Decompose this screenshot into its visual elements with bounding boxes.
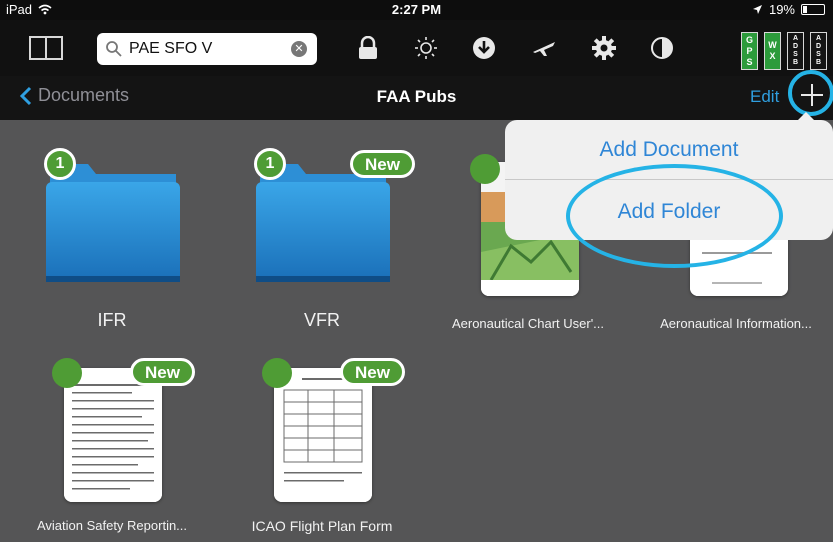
battery-icon (801, 4, 825, 15)
navigation-bar: Documents FAA Pubs Edit (0, 76, 833, 120)
item-label: Aeronautical Chart User'... (451, 316, 605, 331)
new-badge: New (130, 358, 195, 386)
page-title: FAA Pubs (376, 87, 457, 106)
gear-icon (592, 36, 616, 60)
brightness-button[interactable] (408, 30, 444, 66)
contrast-icon (651, 37, 673, 59)
download-button[interactable] (466, 30, 502, 66)
edit-button[interactable]: Edit (750, 87, 779, 107)
location-arrow-icon (752, 5, 762, 14)
form-thumbnail-image (274, 368, 372, 502)
flight-button[interactable] (526, 30, 562, 66)
brightness-icon (415, 37, 437, 59)
add-button-highlight (788, 70, 833, 116)
form-thumbnail-image (64, 368, 162, 502)
adsb-status-badge-2[interactable]: A D S B (810, 32, 827, 70)
airplane-icon (533, 42, 555, 56)
status-dot (262, 358, 292, 388)
add-folder-highlight (566, 164, 783, 268)
item-label: Aeronautical Information... (660, 316, 812, 331)
night-mode-button[interactable] (644, 30, 680, 66)
battery-percent: 19% (768, 2, 795, 17)
settings-button[interactable] (586, 30, 622, 66)
add-document-button[interactable]: Add Document (505, 138, 833, 162)
document-thumbnail (274, 368, 372, 502)
status-dot (470, 154, 500, 184)
clear-icon[interactable]: ✕ (291, 41, 307, 57)
sidebar-toggle-button[interactable] (28, 30, 64, 66)
lock-icon (359, 36, 377, 59)
lock-button[interactable] (350, 30, 386, 66)
wx-status-badge[interactable]: W X (764, 32, 781, 70)
item-label: Aviation Safety Reportin... (36, 518, 188, 533)
item-label: ICAO Flight Plan Form (251, 518, 393, 534)
device-status-badges: G P S W X A D S B A D S B (741, 32, 827, 70)
new-badge: New (350, 150, 415, 178)
item-label: VFR (304, 310, 340, 330)
gps-status-badge[interactable]: G P S (741, 32, 758, 70)
search-field[interactable]: PAE SFO V ✕ (97, 33, 317, 65)
status-dot (52, 358, 82, 388)
sidebar-icon (29, 36, 63, 60)
item-label: IFR (97, 310, 127, 330)
status-time: 2:27 PM (391, 2, 442, 17)
search-icon (106, 41, 122, 57)
new-badge: New (340, 358, 405, 386)
document-thumbnail (64, 368, 162, 502)
download-icon (473, 37, 495, 59)
status-bar: iPad 2:27 PM 19% (0, 0, 833, 20)
count-badge: 1 (44, 148, 76, 180)
adsb-status-badge-1[interactable]: A D S B (787, 32, 804, 70)
count-badge: 1 (254, 148, 286, 180)
search-input[interactable]: PAE SFO V (129, 40, 212, 58)
popover-arrow (797, 112, 815, 121)
